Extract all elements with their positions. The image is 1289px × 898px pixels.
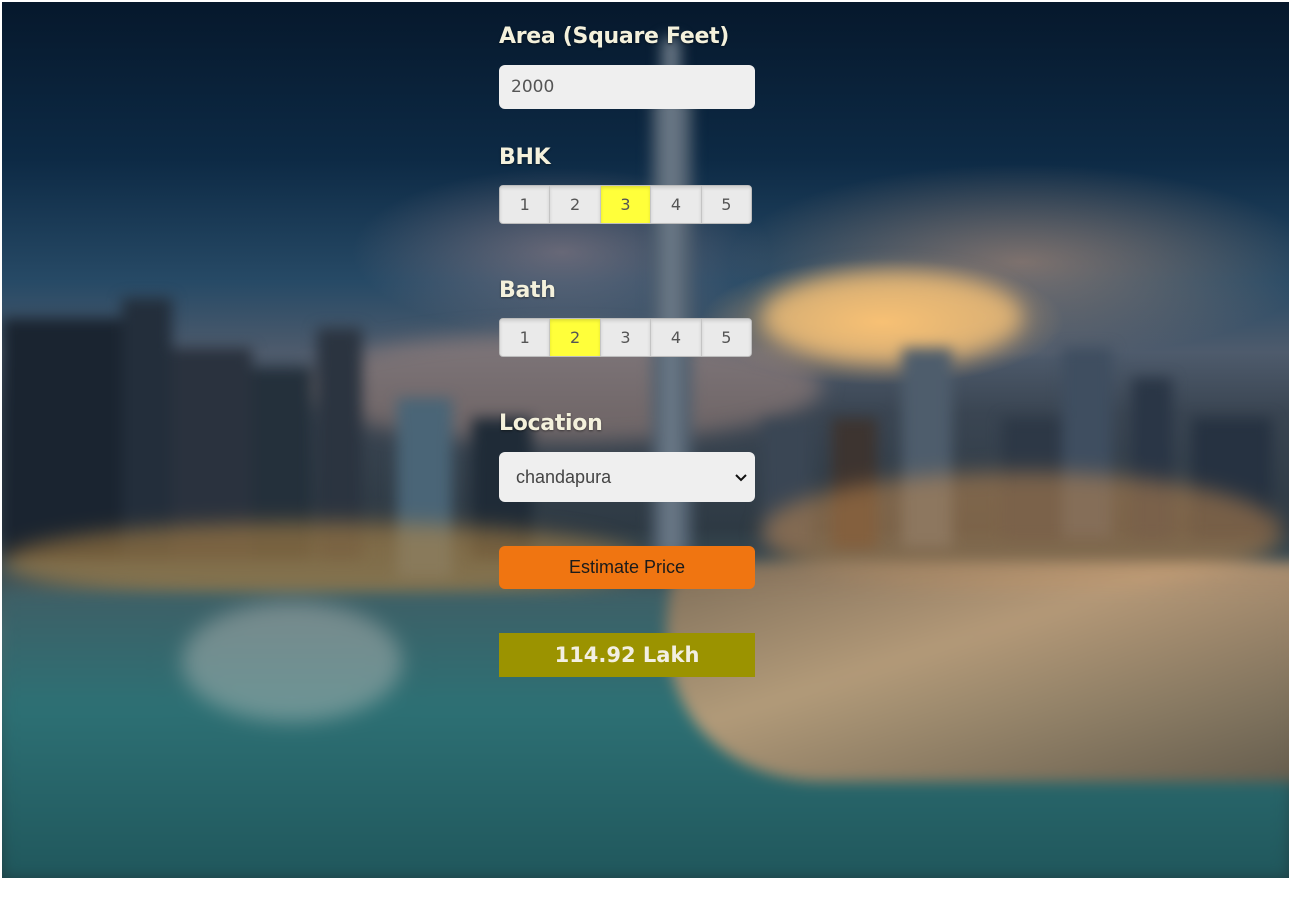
- bhk-option-4[interactable]: 4: [651, 186, 702, 223]
- chevron-down-icon: [735, 474, 747, 482]
- bath-option-3[interactable]: 3: [600, 319, 652, 356]
- bhk-label: BHK: [499, 145, 551, 170]
- area-input[interactable]: [499, 65, 755, 109]
- bath-option-2[interactable]: 2: [550, 319, 601, 356]
- bath-option-4[interactable]: 4: [651, 319, 702, 356]
- bhk-option-1[interactable]: 1: [500, 186, 551, 223]
- bhk-option-5[interactable]: 5: [701, 186, 751, 223]
- location-select[interactable]: chandapura: [499, 452, 755, 502]
- area-label: Area (Square Feet): [499, 24, 730, 49]
- bhk-option-3[interactable]: 3: [600, 186, 652, 223]
- bath-option-5[interactable]: 5: [701, 319, 751, 356]
- bath-selector: 1 2 3 4 5: [499, 318, 752, 357]
- price-form: Area (Square Feet) BHK 1 2 3 4 5 Bath 1 …: [499, 22, 755, 677]
- location-selected-value: chandapura: [516, 466, 612, 487]
- bhk-option-2[interactable]: 2: [550, 186, 601, 223]
- location-label: Location: [499, 411, 603, 436]
- estimated-price-result: 114.92 Lakh: [499, 633, 755, 677]
- bath-option-1[interactable]: 1: [500, 319, 551, 356]
- bath-label: Bath: [499, 278, 556, 303]
- estimate-price-button[interactable]: Estimate Price: [499, 546, 755, 589]
- bhk-selector: 1 2 3 4 5: [499, 185, 752, 224]
